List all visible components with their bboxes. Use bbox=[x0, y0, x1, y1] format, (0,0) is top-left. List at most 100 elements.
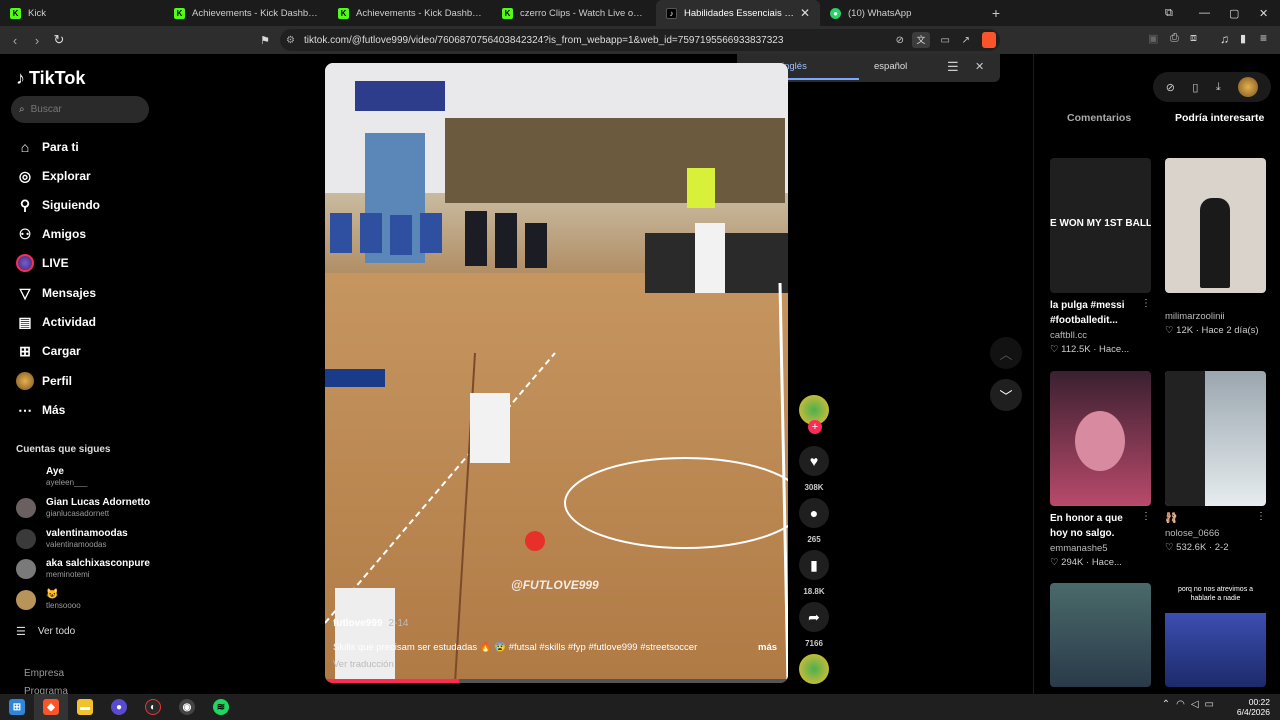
close-tab-icon[interactable]: ✕ bbox=[800, 6, 810, 20]
card-channel[interactable]: nolose_0666 bbox=[1165, 528, 1266, 539]
nav-amigos[interactable]: ⚇ Amigos bbox=[16, 225, 86, 243]
menu-icon[interactable]: ≡ bbox=[1260, 31, 1267, 45]
following-account[interactable]: aka salchixasconpure meminotemi bbox=[16, 558, 150, 580]
nav-perfil[interactable]: Perfil bbox=[16, 372, 72, 390]
more-options-icon[interactable]: ⋮ bbox=[1256, 511, 1266, 522]
taskbar-app[interactable]: ● bbox=[102, 694, 136, 720]
following-account[interactable]: valentinamoodas valentinamoodas bbox=[16, 528, 128, 550]
nav-live[interactable]: LIVE bbox=[16, 254, 69, 272]
following-account[interactable]: 😺 tlensoooo bbox=[16, 589, 81, 611]
minimize-button[interactable]: — bbox=[1199, 0, 1210, 26]
translate-icon[interactable]: 文 bbox=[912, 32, 930, 48]
save-action[interactable]: ▮ 18.8K bbox=[799, 550, 829, 596]
back-button[interactable]: ‹ bbox=[4, 33, 26, 48]
search-box[interactable]: ⌕ bbox=[11, 96, 149, 123]
system-tray[interactable]: ⌃◠◁▭ bbox=[1162, 699, 1220, 710]
tab-podria-interesarte[interactable]: Podría interesarte bbox=[1175, 112, 1264, 124]
wallet-icon[interactable]: ▣ bbox=[1148, 32, 1158, 45]
share-arrow-icon[interactable]: ➦ bbox=[799, 602, 829, 632]
tab-whatsapp[interactable]: ● (10) WhatsApp bbox=[820, 0, 984, 26]
video-author[interactable]: futlove999 bbox=[333, 618, 382, 629]
bookmark-icon[interactable]: ▮ bbox=[799, 550, 829, 580]
translate-options-icon[interactable]: ☰ bbox=[947, 59, 959, 75]
video-thumbnail[interactable] bbox=[1165, 371, 1266, 506]
following-account[interactable]: Aye ayeleen___ bbox=[16, 466, 87, 488]
nav-actividad[interactable]: ▤ Actividad bbox=[16, 313, 96, 331]
more-options-icon[interactable]: ⋮ bbox=[1141, 298, 1151, 309]
nav-para-ti[interactable]: ⌂ Para ti bbox=[16, 138, 79, 156]
extensions-icon[interactable]: ⧉ bbox=[1165, 0, 1173, 26]
battery-icon[interactable]: ▭ bbox=[1205, 699, 1220, 710]
suggested-video-card[interactable]: En honor a que hoy no salgo. emmanashe5 … bbox=[1050, 371, 1151, 568]
reading-list-icon[interactable]: ▮ bbox=[1240, 32, 1246, 45]
see-all-link[interactable]: ☰ Ver todo bbox=[16, 625, 75, 638]
video-thumbnail[interactable] bbox=[1050, 583, 1151, 687]
coin-icon[interactable]: ⊘ bbox=[1166, 81, 1175, 94]
screenshot-icon[interactable]: ⧈ bbox=[1190, 32, 1197, 45]
user-avatar[interactable] bbox=[1238, 77, 1259, 97]
video-thumbnail[interactable]: porq no nos atrevimos a hablarle a nadie bbox=[1165, 583, 1266, 687]
cast-icon[interactable]: ▭ bbox=[941, 35, 950, 46]
download-icon[interactable]: ⤓ bbox=[1216, 81, 1221, 94]
bookmark-icon[interactable]: ⚑ bbox=[254, 34, 276, 47]
card-channel[interactable]: emmanashe5 bbox=[1050, 543, 1151, 554]
video-thumbnail[interactable] bbox=[1165, 158, 1266, 293]
maximize-button[interactable]: ▢ bbox=[1229, 0, 1239, 26]
volume-icon[interactable]: ◁ bbox=[1191, 699, 1205, 710]
card-channel[interactable]: caftbll.cc bbox=[1050, 330, 1151, 341]
nav-mensajes[interactable]: ▽ Mensajes bbox=[16, 284, 96, 302]
video-progress-bar[interactable] bbox=[325, 679, 788, 683]
reader-off-icon[interactable]: ⊘ bbox=[896, 35, 904, 46]
suggested-video-card[interactable]: milimarzoolinii ♡ 12K · Hace 2 día(s) bbox=[1165, 158, 1266, 336]
share-icon[interactable]: ↗ bbox=[962, 35, 970, 46]
taskbar-spotify[interactable]: ≋ bbox=[204, 694, 238, 720]
taskbar-explorer[interactable]: ▬ bbox=[68, 694, 102, 720]
taskbar-clock[interactable]: 00:22 6/4/2026 bbox=[1237, 697, 1270, 717]
reload-button[interactable]: ↻ bbox=[48, 32, 70, 48]
nav-cargar[interactable]: ⊞ Cargar bbox=[16, 342, 81, 360]
footer-link-empresa[interactable]: Empresa bbox=[24, 668, 64, 679]
sidebar-toggle-icon[interactable]: ⎙ bbox=[1170, 32, 1179, 45]
next-video-button[interactable]: ﹀ bbox=[990, 379, 1022, 411]
like-action[interactable]: ♥ 308K bbox=[799, 446, 829, 492]
heart-icon[interactable]: ♥ bbox=[799, 446, 829, 476]
see-translation-link[interactable]: Ver traducción bbox=[333, 659, 394, 670]
taskbar-app[interactable]: ◉ bbox=[170, 694, 204, 720]
tab-tiktok-active[interactable]: ♪ Habilidades Essenciais no Fut ✕ bbox=[656, 0, 820, 26]
taskbar-app[interactable]: ◐ bbox=[136, 694, 170, 720]
more-link[interactable]: más bbox=[758, 642, 777, 653]
search-input[interactable] bbox=[30, 104, 131, 115]
comment-icon[interactable]: ● bbox=[799, 498, 829, 528]
device-icon[interactable]: ▯ bbox=[1192, 81, 1198, 94]
nav-mas[interactable]: ⋯ Más bbox=[16, 401, 65, 419]
video-player[interactable]: @FUTLOVE999 futlove999 2-14 Skills que pr… bbox=[325, 63, 788, 683]
start-button[interactable]: ⊞ bbox=[0, 694, 34, 720]
music-disc[interactable] bbox=[799, 654, 829, 684]
forward-button[interactable]: › bbox=[26, 33, 48, 48]
taskbar-brave[interactable]: ◆ bbox=[34, 694, 68, 720]
close-window-button[interactable]: ✕ bbox=[1259, 0, 1268, 26]
more-options-icon[interactable]: ⋮ bbox=[1141, 511, 1151, 522]
suggested-video-card[interactable]: porq no nos atrevimos a hablarle a nadie bbox=[1165, 583, 1266, 687]
nav-siguiendo[interactable]: ⚲ Siguiendo bbox=[16, 196, 100, 214]
media-icon[interactable]: ♫ bbox=[1220, 32, 1229, 46]
tab-comentarios[interactable]: Comentarios bbox=[1067, 112, 1131, 124]
wifi-icon[interactable]: ◠ bbox=[1176, 699, 1191, 710]
suggested-video-card[interactable]: E WON MY 1ST BALLON D' la pulga #messi #… bbox=[1050, 158, 1151, 355]
brave-shields-icon[interactable] bbox=[982, 32, 996, 48]
follow-plus-icon[interactable]: + bbox=[808, 420, 822, 434]
tab-kick-clips[interactable]: Kczerro Clips - Watch Live on Kick bbox=[492, 0, 656, 26]
site-info-icon[interactable]: ⚙ bbox=[286, 35, 295, 46]
tab-kick[interactable]: K Kick bbox=[0, 0, 164, 26]
comment-action[interactable]: ● 265 bbox=[799, 498, 829, 544]
previous-video-button[interactable]: ︿ bbox=[990, 337, 1022, 369]
close-icon[interactable]: ✕ bbox=[975, 60, 984, 73]
share-action[interactable]: ➦ 7166 bbox=[799, 602, 829, 648]
card-channel[interactable]: milimarzoolinii bbox=[1165, 311, 1266, 322]
nav-explorar[interactable]: ◎ Explorar bbox=[16, 167, 91, 185]
suggested-video-card[interactable] bbox=[1050, 583, 1151, 687]
tab-kick-dashboard-1[interactable]: K Achievements - Kick Dashboard bbox=[164, 0, 328, 26]
video-thumbnail[interactable] bbox=[1050, 371, 1151, 506]
address-bar[interactable]: ⚙ tiktok.com/@futlove999/video/760687075… bbox=[280, 29, 1000, 51]
suggested-video-card[interactable]: 🩰 nolose_0666 ♡ 532.6K · 2-2 ⋮ bbox=[1165, 371, 1266, 553]
